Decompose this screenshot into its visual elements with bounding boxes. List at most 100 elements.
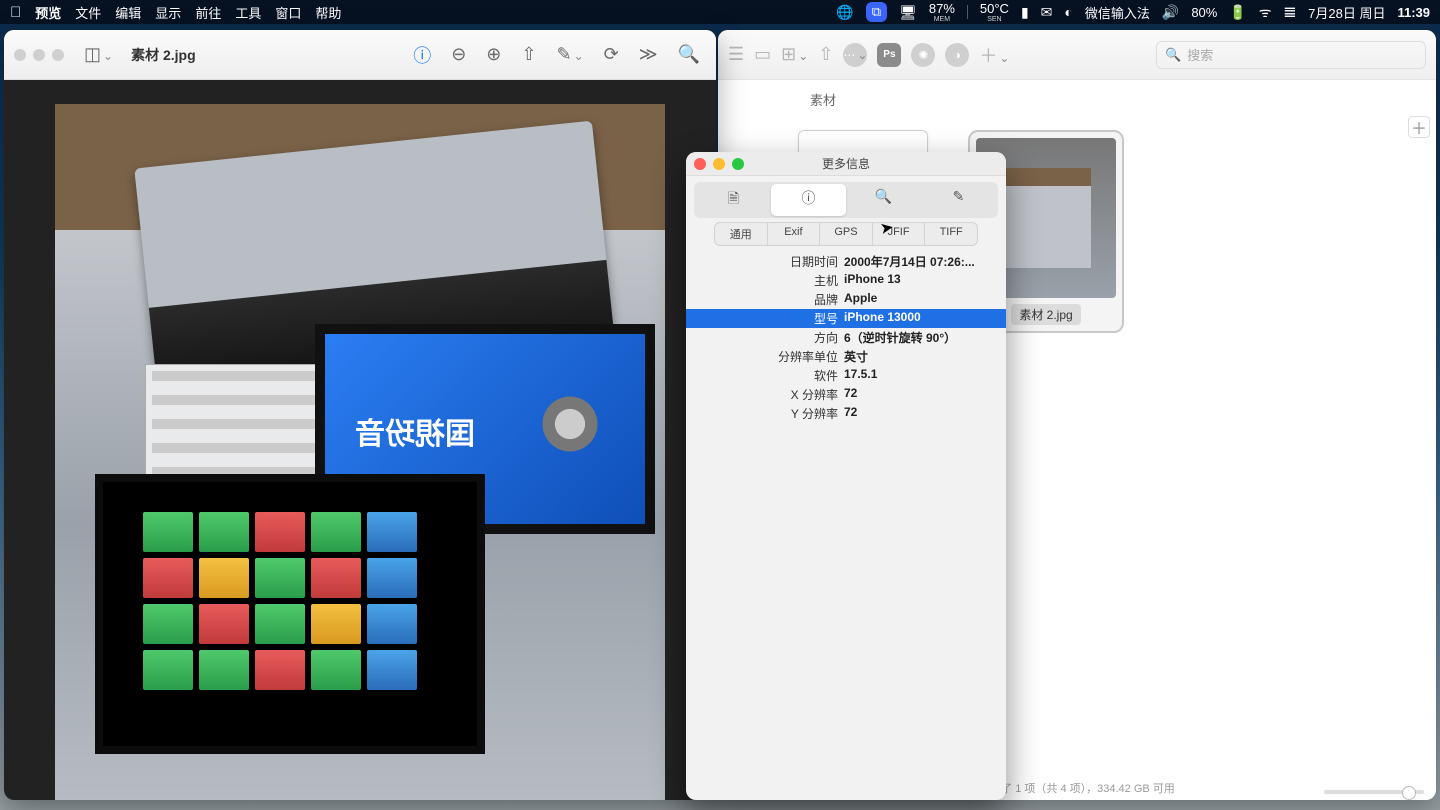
metadata-key: 型号 — [694, 310, 844, 327]
search-icon: 🔍 — [1165, 47, 1181, 63]
rotate-icon[interactable]: ⟳ — [598, 40, 625, 69]
tab-exif[interactable]: Exif — [768, 223, 821, 245]
menubar:  预览 文件 编辑 显示 前往 工具 窗口 帮助 🌐 ⧉ 🖥 87%MEM 5… — [0, 0, 1440, 24]
menu-tools[interactable]: 工具 — [235, 3, 261, 22]
photo-content: 国視玢音 — [55, 104, 665, 800]
metadata-key: 方向 — [694, 329, 844, 346]
info-icon[interactable]: ⓘ — [407, 38, 437, 72]
ime-label[interactable]: 微信输入法 — [1085, 3, 1150, 22]
metadata-row[interactable]: X 分辨率72 — [686, 385, 1006, 404]
volume-icon[interactable]: 🔊 — [1162, 4, 1179, 21]
metadata-row[interactable]: 型号iPhone 13000 — [686, 309, 1006, 328]
tab-document-icon[interactable]: 🗎 — [696, 184, 771, 216]
file-name-label[interactable]: 素材 2.jpg — [1011, 304, 1080, 325]
info-inspector-window[interactable]: 更多信息 🗎 ⓘ 🔍 ✎ 通用 Exif GPS JFIF TIFF 日期时间2… — [686, 152, 1006, 800]
metadata-key: Y 分辨率 — [694, 405, 844, 422]
menu-window[interactable]: 窗口 — [275, 3, 301, 22]
menu-file[interactable]: 文件 — [75, 3, 101, 22]
menu-go[interactable]: 前往 — [195, 3, 221, 22]
tab-info-icon[interactable]: ⓘ — [771, 184, 846, 216]
metadata-value: 72 — [844, 386, 998, 403]
overflow-icon[interactable]: ≫ — [633, 40, 664, 69]
metadata-value: 17.5.1 — [844, 367, 998, 384]
temp-label: SEN — [987, 16, 1001, 23]
app-name[interactable]: 预览 — [35, 3, 61, 22]
inspector-titlebar: 更多信息 — [686, 152, 1006, 176]
sidebar-icon[interactable]: ☰ — [728, 44, 744, 65]
metadata-key: 日期时间 — [694, 253, 844, 270]
markup-icon[interactable]: ✎ — [550, 40, 589, 69]
preview-titlebar: ◫ 素材 2.jpg ⓘ ⊖ ⊕ ⇧ ✎ ⟳ ≫ 🔍 — [4, 30, 716, 80]
wifi-icon[interactable]: ᯤ — [1259, 3, 1272, 22]
add-icon[interactable]: ＋ — [979, 42, 1009, 68]
view-options-icon[interactable]: ⊞ — [781, 44, 808, 65]
tab-tiff[interactable]: TIFF — [925, 223, 977, 245]
tab-annotate-icon[interactable]: ✎ — [921, 184, 996, 216]
metadata-key: 软件 — [694, 367, 844, 384]
image-canvas[interactable]: 国視玢音 — [4, 80, 716, 800]
display-icon[interactable]: 🖥 — [899, 4, 917, 21]
finder-search[interactable]: 🔍 搜索 — [1156, 41, 1426, 69]
mem-value: 87% — [929, 2, 955, 15]
metadata-value: 英寸 — [844, 348, 998, 365]
metadata-value: Apple — [844, 291, 998, 308]
share-icon[interactable]: ⇧ — [515, 40, 542, 69]
metadata-row[interactable]: 分辨率单位英寸 — [686, 347, 1006, 366]
metadata-row[interactable]: 主机iPhone 13 — [686, 271, 1006, 290]
zoom-out-icon[interactable]: ⊖ — [445, 40, 472, 69]
metadata-value: 2000年7月14日 07:26:... — [844, 253, 998, 270]
metadata-rows: 日期时间2000年7月14日 07:26:...主机iPhone 13品牌App… — [686, 252, 1006, 423]
screen-mirror-icon[interactable]: ⧉ — [866, 2, 887, 22]
ps-app-icon[interactable]: Ps — [877, 43, 901, 67]
finder-toolbar: ☰ ▭ ⊞ ⇧ ⋯ Ps ✺ ◑ ＋ 🔍 搜索 — [718, 30, 1436, 80]
preview-window[interactable]: ◫ 素材 2.jpg ⓘ ⊖ ⊕ ⇧ ✎ ⟳ ≫ 🔍 国視玢音 — [4, 30, 716, 800]
temp-indicator[interactable]: 50°CSEN — [980, 2, 1009, 23]
extension-icon-2[interactable]: ◑ — [945, 43, 969, 67]
preview-pane-icon[interactable]: ▭ — [754, 44, 771, 65]
battery-pct[interactable]: 80% — [1191, 5, 1217, 20]
metadata-row[interactable]: 日期时间2000年7月14日 07:26:... — [686, 252, 1006, 271]
metadata-row[interactable]: 品牌Apple — [686, 290, 1006, 309]
sidebar-toggle-icon[interactable]: ◫ — [78, 40, 119, 69]
close-button[interactable] — [694, 158, 706, 170]
menu-view[interactable]: 显示 — [155, 3, 181, 22]
metadata-row[interactable]: 软件17.5.1 — [686, 366, 1006, 385]
time[interactable]: 11:39 — [1397, 5, 1430, 20]
search-placeholder: 搜索 — [1187, 45, 1213, 64]
date[interactable]: 7月28日 周日 — [1308, 3, 1385, 22]
metadata-key: 主机 — [694, 272, 844, 289]
tab-gps[interactable]: GPS — [820, 223, 873, 245]
metadata-key: X 分辨率 — [694, 386, 844, 403]
bookmark-icon[interactable]: ▮ — [1021, 4, 1029, 21]
window-controls[interactable] — [14, 49, 64, 61]
icon-size-slider[interactable] — [1324, 790, 1424, 794]
tab-search-icon[interactable]: 🔍 — [846, 184, 921, 216]
extension-icon-1[interactable]: ✺ — [911, 43, 935, 67]
menu-help[interactable]: 帮助 — [315, 3, 341, 22]
ime-icon[interactable]: ◐ — [1064, 4, 1072, 20]
minimize-button[interactable] — [713, 158, 725, 170]
zoom-button[interactable] — [732, 158, 744, 170]
zoom-in-icon[interactable]: ⊕ — [480, 40, 507, 69]
share-icon[interactable]: ⇧ — [818, 44, 833, 65]
globe-icon[interactable]: 🌐 — [836, 4, 853, 21]
search-icon[interactable]: 🔍 — [672, 40, 706, 69]
wechat-icon[interactable]: ✉ — [1041, 4, 1053, 21]
mem-indicator[interactable]: 87%MEM — [929, 2, 955, 23]
temp-value: 50°C — [980, 2, 1009, 15]
action-menu-icon[interactable]: ⋯ — [843, 43, 867, 67]
inspector-metadata-tabs: 通用 Exif GPS JFIF TIFF — [714, 222, 978, 246]
metadata-value: iPhone 13 — [844, 272, 998, 289]
finder-location[interactable]: 素材 — [810, 90, 836, 109]
metadata-value: iPhone 13000 — [844, 310, 998, 327]
menu-edit[interactable]: 编辑 — [115, 3, 141, 22]
metadata-row[interactable]: 方向6（逆时针旋转 90°） — [686, 328, 1006, 347]
apple-menu[interactable]:  — [10, 4, 21, 21]
battery-icon[interactable]: 🔋 — [1229, 4, 1246, 21]
tab-general[interactable]: 通用 — [715, 223, 768, 245]
metadata-row[interactable]: Y 分辨率72 — [686, 404, 1006, 423]
separator — [967, 5, 968, 19]
control-center-icon[interactable]: 𝌆 — [1284, 4, 1297, 21]
inspector-mode-tabs: 🗎 ⓘ 🔍 ✎ — [694, 182, 998, 218]
inspector-title: 更多信息 — [822, 155, 870, 172]
